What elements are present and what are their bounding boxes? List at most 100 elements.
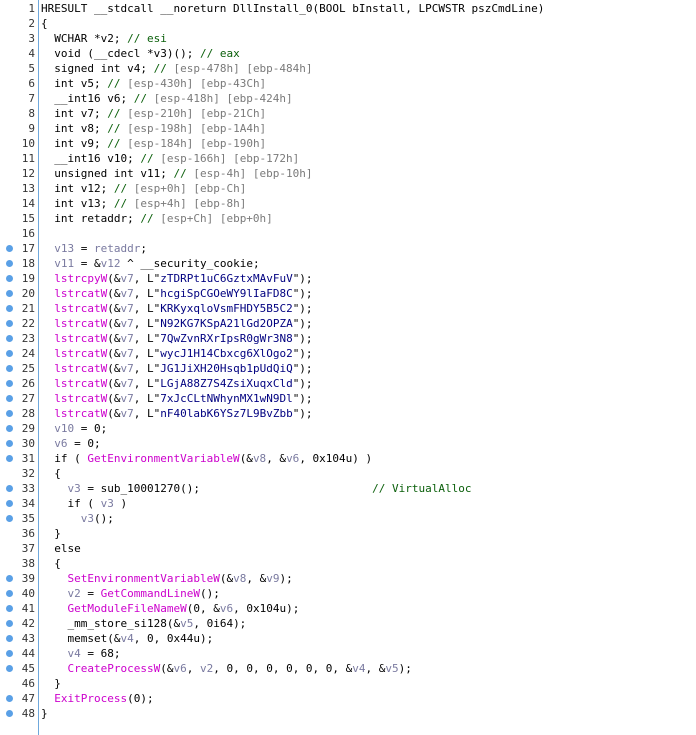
code-line-34[interactable]: 34 if ( v3 )	[0, 496, 696, 511]
breakpoint-marker-icon[interactable]	[6, 665, 13, 672]
breakpoint-marker-icon[interactable]	[6, 410, 13, 417]
code-line-41[interactable]: 41 GetModuleFileNameW(0, &v6, 0x104u);	[0, 601, 696, 616]
code-text[interactable]: ExitProcess(0);	[41, 691, 153, 706]
breakpoint-marker-icon[interactable]	[6, 440, 13, 447]
code-text[interactable]: int v9; // [esp-184h] [ebp-190h]	[41, 136, 266, 151]
code-text[interactable]: lstrcatW(&v7, L"7QwZvnRXrIpsR0gWr3N8");	[41, 331, 312, 346]
breakpoint-marker-icon[interactable]	[6, 260, 13, 267]
code-text[interactable]: v4 = 68;	[41, 646, 121, 661]
code-line-7[interactable]: 7 __int16 v6; // [esp-418h] [ebp-424h]	[0, 91, 696, 106]
line-gutter[interactable]: 5	[0, 61, 38, 76]
code-text[interactable]: HRESULT __stdcall __noreturn DllInstall_…	[41, 1, 544, 16]
line-gutter[interactable]: 29	[0, 421, 38, 436]
code-text[interactable]: unsigned int v11; // [esp-4h] [ebp-10h]	[41, 166, 312, 181]
code-text[interactable]: if ( GetEnvironmentVariableW(&v8, &v6, 0…	[41, 451, 372, 466]
code-text[interactable]: lstrcatW(&v7, L"hcgiSpCGOeWY9lIaFD8C");	[41, 286, 312, 301]
code-text[interactable]: int v8; // [esp-198h] [ebp-1A4h]	[41, 121, 266, 136]
line-gutter[interactable]: 17	[0, 241, 38, 256]
code-text[interactable]: else	[41, 541, 81, 556]
line-gutter[interactable]: 14	[0, 196, 38, 211]
code-line-45[interactable]: 45 CreateProcessW(&v6, v2, 0, 0, 0, 0, 0…	[0, 661, 696, 676]
code-line-27[interactable]: 27 lstrcatW(&v7, L"7xJcCLtNWhynMX1wN9Dl"…	[0, 391, 696, 406]
line-gutter[interactable]: 35	[0, 511, 38, 526]
code-line-32[interactable]: 32 {	[0, 466, 696, 481]
code-line-21[interactable]: 21 lstrcatW(&v7, L"KRKyxqloVsmFHDY5B5C2"…	[0, 301, 696, 316]
breakpoint-marker-icon[interactable]	[6, 695, 13, 702]
code-line-31[interactable]: 31 if ( GetEnvironmentVariableW(&v8, &v6…	[0, 451, 696, 466]
line-gutter[interactable]: 38	[0, 556, 38, 571]
line-gutter[interactable]: 24	[0, 346, 38, 361]
line-gutter[interactable]: 9	[0, 121, 38, 136]
line-gutter[interactable]: 25	[0, 361, 38, 376]
code-line-28[interactable]: 28 lstrcatW(&v7, L"nF40labK6YSz7L9BvZbb"…	[0, 406, 696, 421]
breakpoint-marker-icon[interactable]	[6, 605, 13, 612]
line-gutter[interactable]: 3	[0, 31, 38, 46]
code-line-9[interactable]: 9 int v8; // [esp-198h] [ebp-1A4h]	[0, 121, 696, 136]
line-gutter[interactable]: 11	[0, 151, 38, 166]
line-gutter[interactable]: 41	[0, 601, 38, 616]
code-text[interactable]: __int16 v10; // [esp-166h] [ebp-172h]	[41, 151, 299, 166]
code-line-26[interactable]: 26 lstrcatW(&v7, L"LGjA88Z7S4ZsiXuqxCld"…	[0, 376, 696, 391]
line-gutter[interactable]: 46	[0, 676, 38, 691]
code-text[interactable]: _mm_store_si128(&v5, 0i64);	[41, 616, 246, 631]
code-text[interactable]: lstrcatW(&v7, L"N92KG7KSpA21lGd2OPZA");	[41, 316, 312, 331]
code-text[interactable]: int retaddr; // [esp+Ch] [ebp+0h]	[41, 211, 273, 226]
code-text[interactable]: WCHAR *v2; // esi	[41, 31, 167, 46]
code-line-16[interactable]: 16	[0, 226, 696, 241]
code-line-36[interactable]: 36 }	[0, 526, 696, 541]
breakpoint-marker-icon[interactable]	[6, 380, 13, 387]
line-gutter[interactable]: 6	[0, 76, 38, 91]
code-text[interactable]: v2 = GetCommandLineW();	[41, 586, 220, 601]
line-gutter[interactable]: 26	[0, 376, 38, 391]
code-text[interactable]: lstrcatW(&v7, L"nF40labK6YSz7L9BvZbb");	[41, 406, 312, 421]
breakpoint-marker-icon[interactable]	[6, 320, 13, 327]
line-gutter[interactable]: 16	[0, 226, 38, 241]
line-gutter[interactable]: 21	[0, 301, 38, 316]
breakpoint-marker-icon[interactable]	[6, 305, 13, 312]
code-text[interactable]: {	[41, 556, 61, 571]
code-line-29[interactable]: 29 v10 = 0;	[0, 421, 696, 436]
line-gutter[interactable]: 19	[0, 271, 38, 286]
code-text[interactable]: v11 = &v12 ^ __security_cookie;	[41, 256, 259, 271]
code-line-11[interactable]: 11 __int16 v10; // [esp-166h] [ebp-172h]	[0, 151, 696, 166]
breakpoint-marker-icon[interactable]	[6, 350, 13, 357]
code-line-24[interactable]: 24 lstrcatW(&v7, L"wycJ1H14Cbxcg6XlOgo2"…	[0, 346, 696, 361]
line-gutter[interactable]: 31	[0, 451, 38, 466]
line-gutter[interactable]: 12	[0, 166, 38, 181]
code-line-17[interactable]: 17 v13 = retaddr;	[0, 241, 696, 256]
code-text[interactable]: memset(&v4, 0, 0x44u);	[41, 631, 213, 646]
code-text[interactable]: int v12; // [esp+0h] [ebp-Ch]	[41, 181, 246, 196]
breakpoint-marker-icon[interactable]	[6, 515, 13, 522]
code-text[interactable]: lstrcatW(&v7, L"KRKyxqloVsmFHDY5B5C2");	[41, 301, 312, 316]
line-gutter[interactable]: 32	[0, 466, 38, 481]
code-line-3[interactable]: 3 WCHAR *v2; // esi	[0, 31, 696, 46]
line-gutter[interactable]: 27	[0, 391, 38, 406]
line-gutter[interactable]: 45	[0, 661, 38, 676]
code-line-13[interactable]: 13 int v12; // [esp+0h] [ebp-Ch]	[0, 181, 696, 196]
breakpoint-marker-icon[interactable]	[6, 275, 13, 282]
code-line-46[interactable]: 46 }	[0, 676, 696, 691]
line-gutter[interactable]: 39	[0, 571, 38, 586]
code-line-42[interactable]: 42 _mm_store_si128(&v5, 0i64);	[0, 616, 696, 631]
code-line-47[interactable]: 47 ExitProcess(0);	[0, 691, 696, 706]
code-text[interactable]: int v13; // [esp+4h] [ebp-8h]	[41, 196, 246, 211]
code-line-44[interactable]: 44 v4 = 68;	[0, 646, 696, 661]
line-gutter[interactable]: 15	[0, 211, 38, 226]
code-text[interactable]: {	[41, 16, 48, 31]
code-text[interactable]: lstrcatW(&v7, L"7xJcCLtNWhynMX1wN9Dl");	[41, 391, 312, 406]
breakpoint-marker-icon[interactable]	[6, 245, 13, 252]
code-line-12[interactable]: 12 unsigned int v11; // [esp-4h] [ebp-10…	[0, 166, 696, 181]
code-text[interactable]: signed int v4; // [esp-478h] [ebp-484h]	[41, 61, 312, 76]
code-line-30[interactable]: 30 v6 = 0;	[0, 436, 696, 451]
breakpoint-marker-icon[interactable]	[6, 590, 13, 597]
line-gutter[interactable]: 2	[0, 16, 38, 31]
code-text[interactable]: v13 = retaddr;	[41, 241, 147, 256]
code-text[interactable]: }	[41, 676, 61, 691]
code-line-10[interactable]: 10 int v9; // [esp-184h] [ebp-190h]	[0, 136, 696, 151]
breakpoint-marker-icon[interactable]	[6, 710, 13, 717]
line-gutter[interactable]: 20	[0, 286, 38, 301]
breakpoint-marker-icon[interactable]	[6, 500, 13, 507]
code-text[interactable]: if ( v3 )	[41, 496, 127, 511]
code-text[interactable]: GetModuleFileNameW(0, &v6, 0x104u);	[41, 601, 300, 616]
code-line-4[interactable]: 4 void (__cdecl *v3)(); // eax	[0, 46, 696, 61]
